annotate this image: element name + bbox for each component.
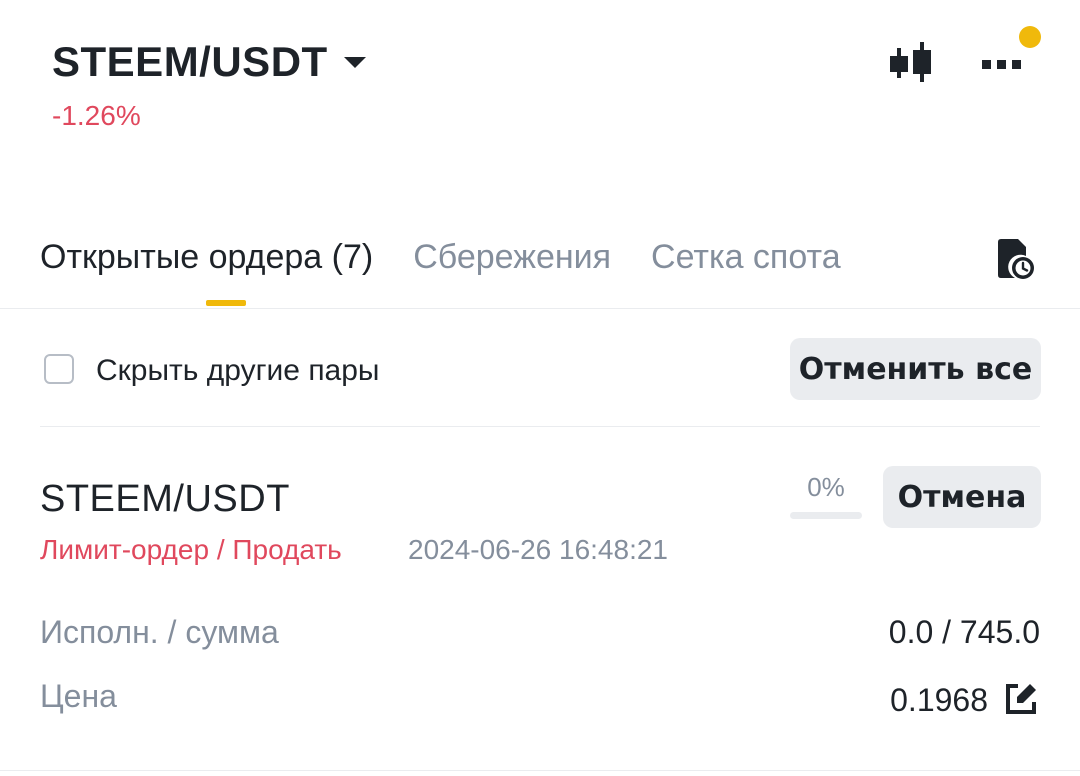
hide-other-pairs-checkbox[interactable]	[44, 354, 74, 384]
edit-icon[interactable]	[1004, 682, 1038, 716]
cancel-all-button[interactable]: Отменить все	[790, 338, 1041, 400]
candlestick-icon[interactable]	[886, 40, 936, 86]
fill-progress-label: 0%	[807, 472, 845, 502]
order-tabs: Открытые ордера (7) Сбережения Сетка спо…	[40, 238, 881, 277]
caret-down-icon	[343, 56, 366, 68]
hide-other-pairs-label[interactable]: Скрыть другие пары	[96, 354, 380, 388]
fill-progress-bar	[790, 512, 862, 519]
price-label: Цена	[40, 678, 117, 714]
tab-spot-grid[interactable]: Сетка спота	[651, 238, 841, 277]
tab-open-orders[interactable]: Открытые ордера (7)	[40, 238, 373, 277]
filled-amount-label: Исполн. / сумма	[40, 614, 279, 650]
price-change: -1.26%	[52, 100, 141, 131]
active-tab-indicator	[206, 300, 246, 306]
order-type: Лимит-ордер / Продать	[40, 534, 342, 565]
filled-amount-value: 0.0 / 745.0	[888, 614, 1040, 650]
more-icon[interactable]	[980, 44, 1032, 84]
tab-savings[interactable]: Сбережения	[413, 238, 611, 277]
pair-selector[interactable]: STEEM/USDT	[52, 38, 366, 86]
price-value: 0.1968	[890, 682, 988, 718]
order-time: 2024-06-26 16:48:21	[408, 534, 668, 565]
divider	[0, 770, 1080, 771]
cancel-order-button[interactable]: Отмена	[883, 466, 1041, 528]
notification-dot	[1019, 26, 1041, 48]
divider	[40, 426, 1040, 427]
pair-title: STEEM/USDT	[52, 38, 328, 85]
tabs-divider	[0, 308, 1080, 309]
order-symbol: STEEM/USDT	[40, 478, 290, 520]
order-history-icon[interactable]	[996, 238, 1036, 280]
